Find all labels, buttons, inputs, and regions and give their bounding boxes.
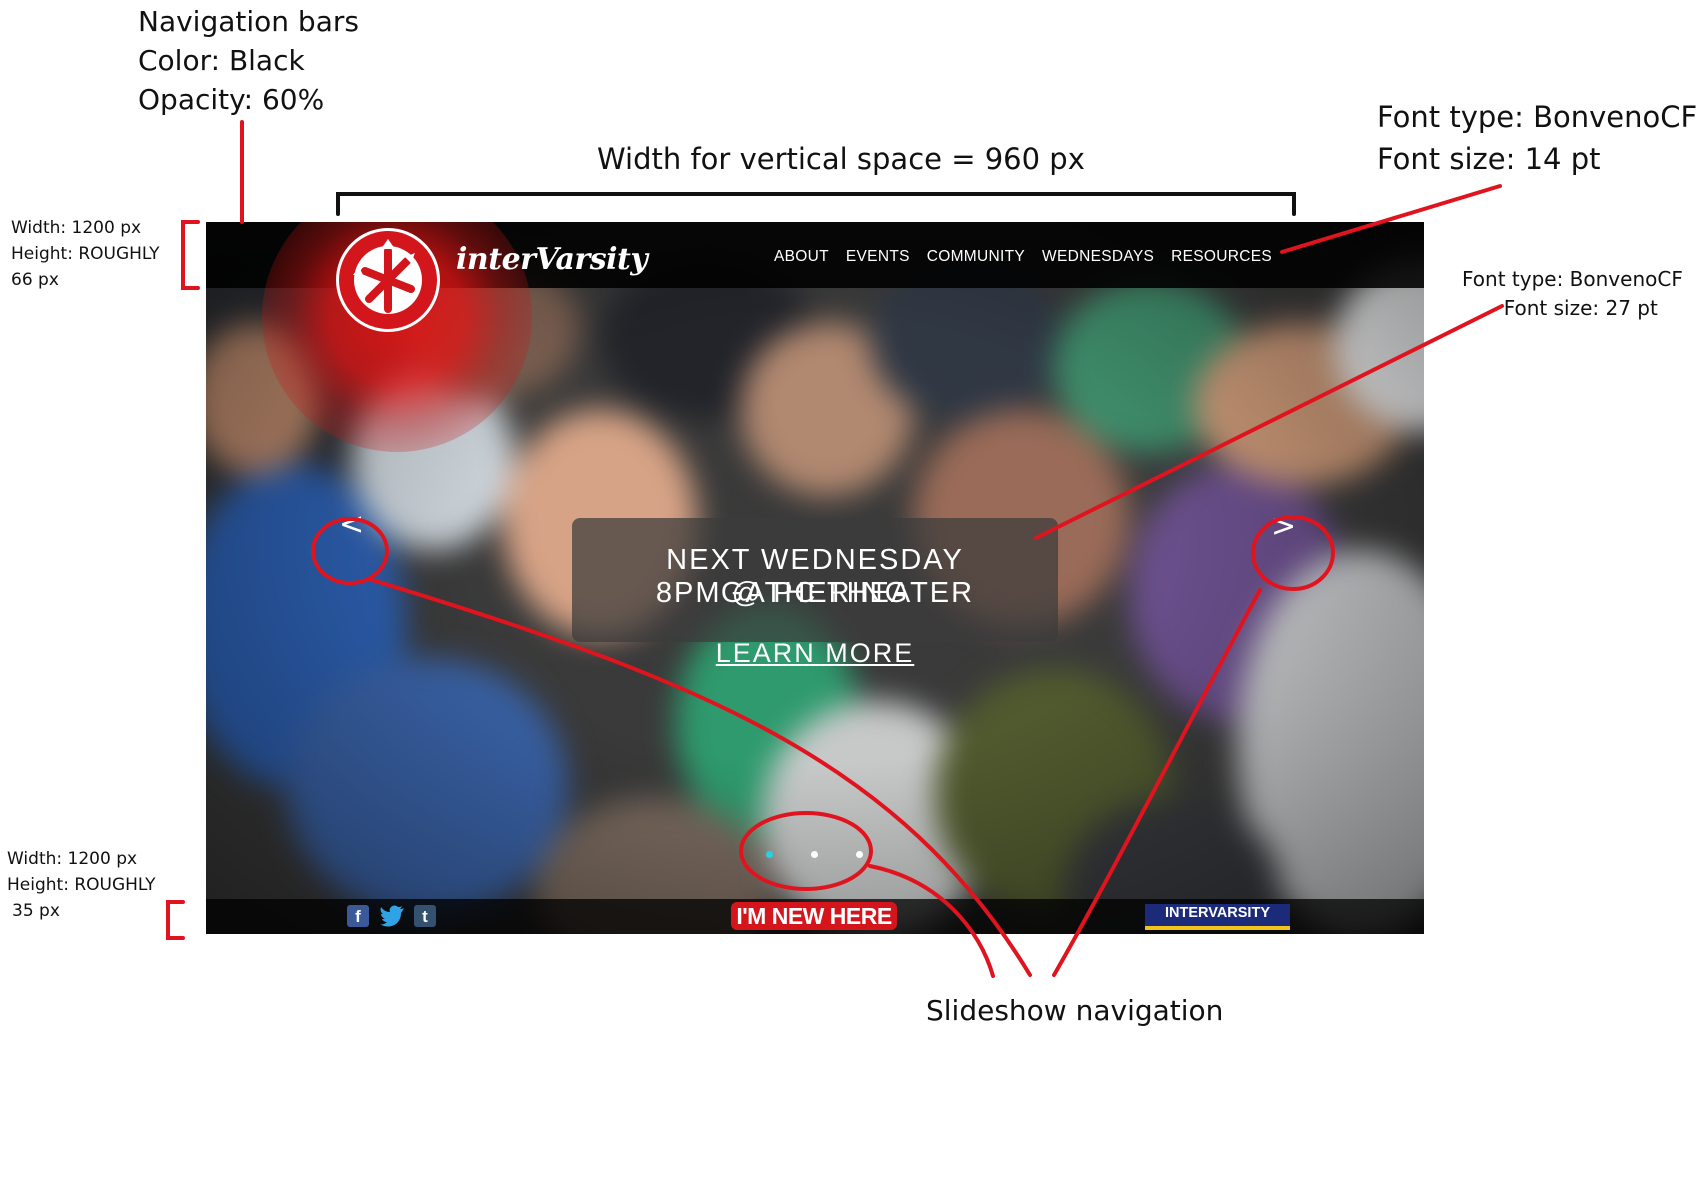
slideshow-pointer-prev xyxy=(370,578,1032,977)
bottom-bar-bracket xyxy=(166,900,185,940)
slideshow-pointer-next xyxy=(1052,588,1262,977)
annotation-markup-overlay xyxy=(166,120,1504,978)
top-bar-bracket xyxy=(181,220,200,290)
nav-font-pointer-line xyxy=(1280,184,1502,254)
dots-circle xyxy=(739,811,873,891)
slideshow-pointer-dots xyxy=(868,864,995,978)
next-arrow-circle xyxy=(1251,515,1335,591)
width-bracket xyxy=(336,192,1296,216)
caption-font-pointer-line xyxy=(1034,304,1504,540)
prev-arrow-circle xyxy=(311,517,389,585)
